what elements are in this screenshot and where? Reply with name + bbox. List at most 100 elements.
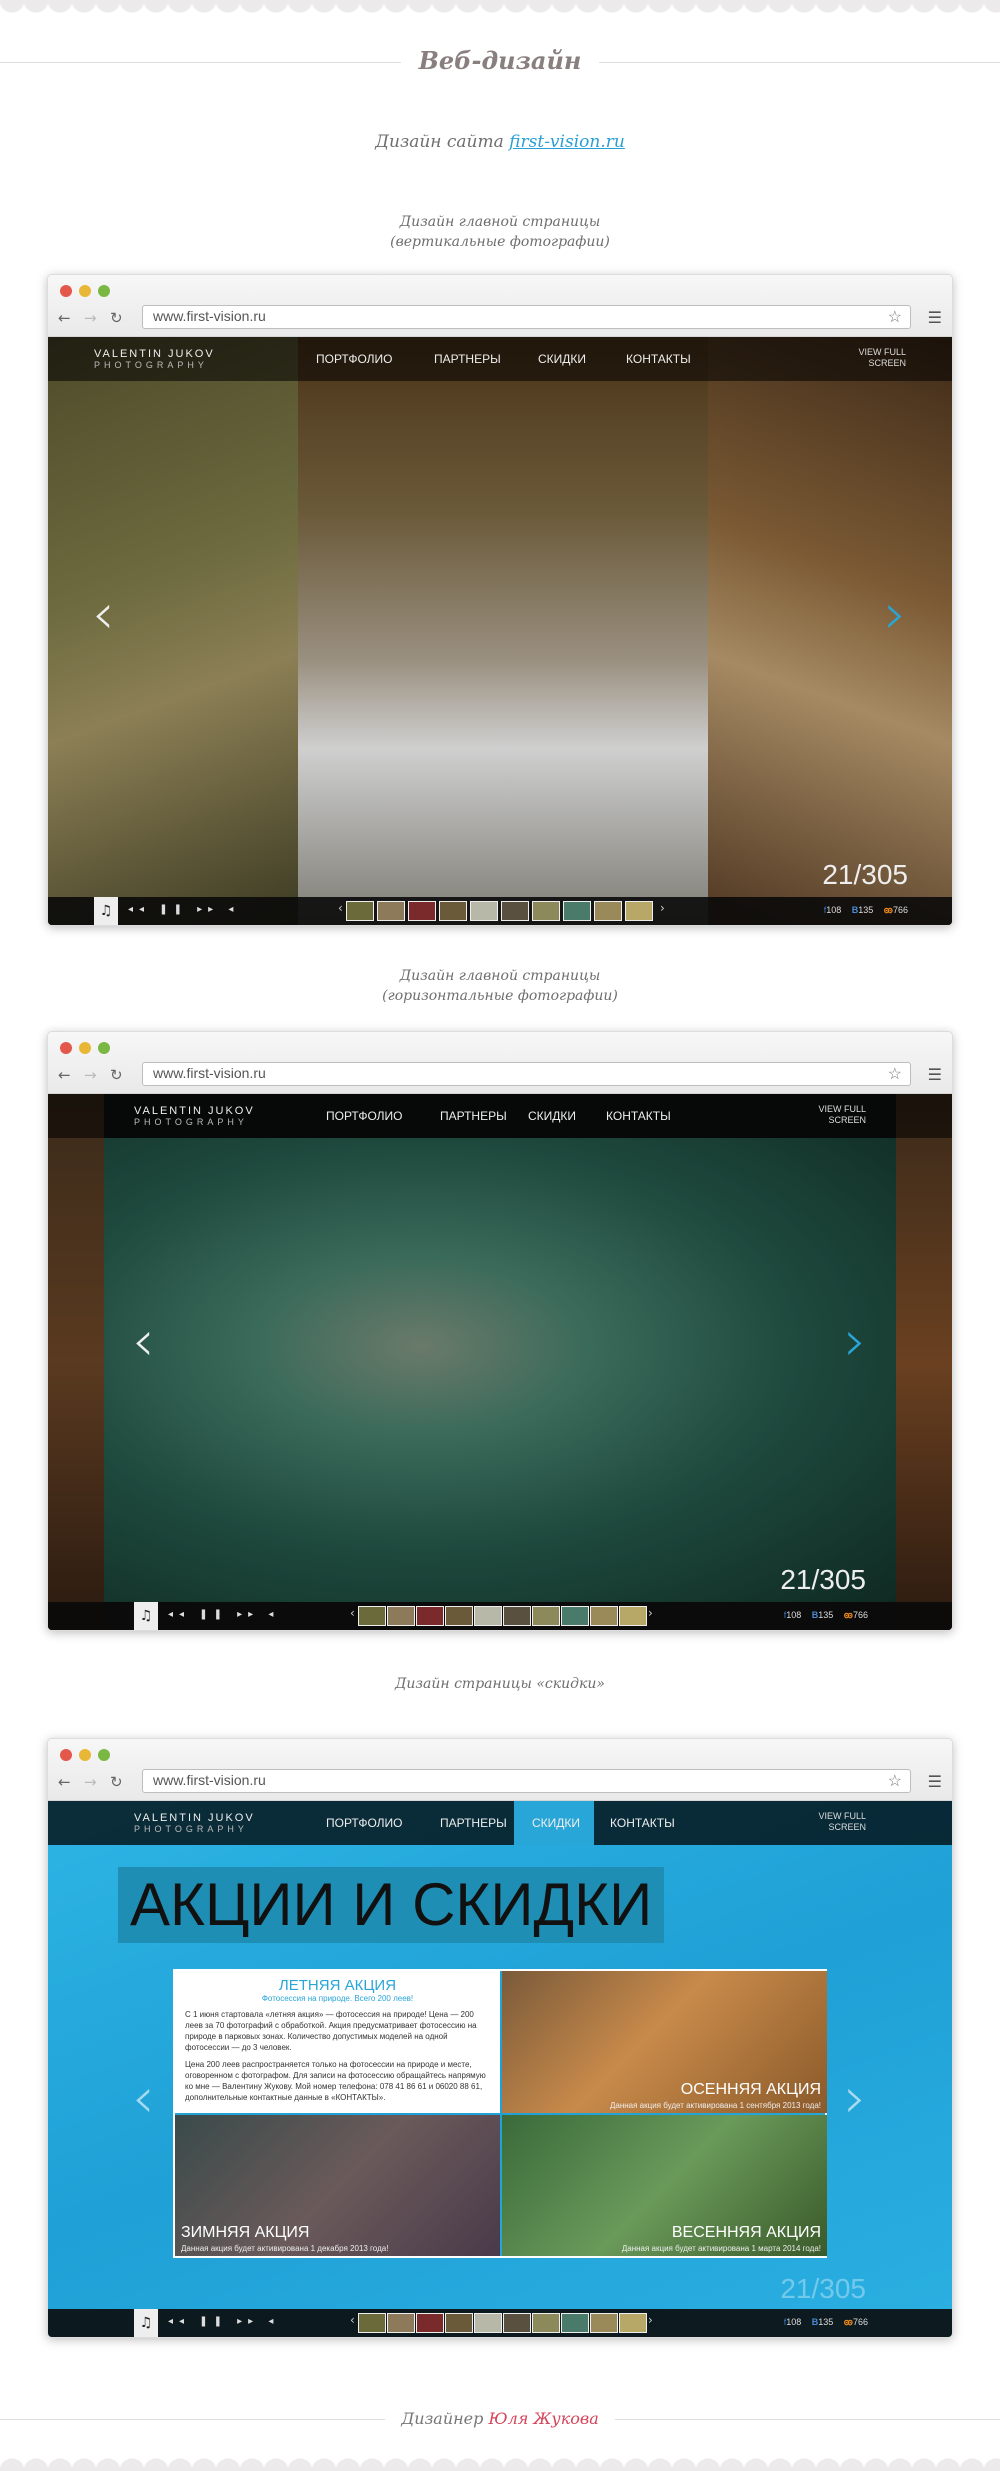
thumbnail[interactable]	[590, 1606, 618, 1626]
bookmark-star-icon[interactable]: ☆	[888, 1771, 902, 1791]
close-window-icon[interactable]	[60, 1749, 72, 1761]
thumbnail[interactable]	[358, 1606, 386, 1626]
minimize-window-icon[interactable]	[79, 1042, 91, 1054]
prev-arrow-icon[interactable]: ‹	[132, 2071, 154, 2127]
thumbnail[interactable]	[408, 901, 436, 921]
minimize-window-icon[interactable]	[79, 1749, 91, 1761]
back-arrow-icon[interactable]: ←	[58, 309, 71, 327]
thumbs-next-icon[interactable]: ›	[660, 901, 665, 915]
thumbs-next-icon[interactable]: ›	[648, 2313, 653, 2327]
thumbnail[interactable]	[625, 901, 653, 921]
forward-arrow-icon[interactable]: →	[84, 1066, 97, 1084]
maximize-window-icon[interactable]	[98, 285, 110, 297]
menu-portfolio[interactable]: ПОРТФОЛИО	[316, 352, 393, 366]
summer-promo-card[interactable]: ЛЕТНЯЯ АКЦИЯ Фотосессия на природе. Всег…	[175, 1971, 500, 2113]
view-fullscreen-button[interactable]: VIEW FULL SCREEN	[818, 1811, 866, 1833]
thumbs-next-icon[interactable]: ›	[648, 1606, 653, 1620]
maximize-window-icon[interactable]	[98, 1749, 110, 1761]
thumbnail[interactable]	[346, 901, 374, 921]
bookmark-star-icon[interactable]: ☆	[888, 1064, 902, 1084]
thumbnail[interactable]	[501, 901, 529, 921]
thumbnail[interactable]	[503, 2313, 531, 2333]
menu-discounts[interactable]: СКИДКИ	[538, 352, 586, 366]
browser-menu-icon[interactable]: ☰	[928, 1065, 942, 1084]
thumbnail[interactable]	[474, 1606, 502, 1626]
thumbnail[interactable]	[387, 2313, 415, 2333]
thumbnail[interactable]	[358, 2313, 386, 2333]
maximize-window-icon[interactable]	[98, 1042, 110, 1054]
thumbnail[interactable]	[416, 1606, 444, 1626]
browser-menu-icon[interactable]: ☰	[928, 308, 942, 327]
thumbnail[interactable]	[532, 901, 560, 921]
reload-icon[interactable]: ↻	[110, 1773, 123, 1791]
next-arrow-icon[interactable]: ›	[844, 1314, 866, 1370]
thumbnail[interactable]	[590, 2313, 618, 2333]
address-bar[interactable]: www.first-vision.ru ☆	[142, 305, 911, 329]
site-logo[interactable]: VALENTIN JUKOV PHOTOGRAPHY	[134, 1106, 255, 1128]
player-controls[interactable]: ◂◂ ❚❚ ▸▸ ◂	[168, 2316, 279, 2327]
reload-icon[interactable]: ↻	[110, 1066, 123, 1084]
menu-partners[interactable]: ПАРТНЕРЫ	[434, 352, 501, 366]
thumbnail[interactable]	[445, 2313, 473, 2333]
prev-arrow-icon[interactable]: ‹	[92, 587, 114, 643]
forward-arrow-icon[interactable]: →	[84, 309, 97, 327]
music-icon[interactable]: ♫	[94, 897, 118, 925]
view-fullscreen-button[interactable]: VIEW FULL SCREEN	[858, 347, 906, 369]
menu-partners[interactable]: ПАРТНЕРЫ	[440, 1109, 507, 1123]
thumbs-prev-icon[interactable]: ‹	[350, 1606, 355, 1620]
thumbnail[interactable]	[532, 1606, 560, 1626]
view-fullscreen-button[interactable]: VIEW FULL SCREEN	[818, 1104, 866, 1126]
menu-contacts[interactable]: КОНТАКТЫ	[606, 1109, 671, 1123]
thumbnail[interactable]	[416, 2313, 444, 2333]
site-link[interactable]: first-vision.ru	[509, 132, 625, 152]
thumbnail[interactable]	[619, 2313, 647, 2333]
site-logo[interactable]: VALENTIN JUKOV PHOTOGRAPHY	[94, 349, 215, 371]
thumbnail[interactable]	[619, 1606, 647, 1626]
site-logo[interactable]: VALENTIN JUKOV PHOTOGRAPHY	[134, 1813, 255, 1835]
thumbnail[interactable]	[377, 901, 405, 921]
menu-portfolio[interactable]: ПОРТФОЛИО	[326, 1816, 403, 1830]
thumbnail[interactable]	[594, 901, 622, 921]
thumbnail[interactable]	[532, 2313, 560, 2333]
close-window-icon[interactable]	[60, 1042, 72, 1054]
back-arrow-icon[interactable]: ←	[58, 1773, 71, 1791]
close-window-icon[interactable]	[60, 285, 72, 297]
thumbnail[interactable]	[561, 2313, 589, 2333]
menu-discounts[interactable]: СКИДКИ	[532, 1816, 580, 1830]
forward-arrow-icon[interactable]: →	[84, 1773, 97, 1791]
thumbnail[interactable]	[503, 1606, 531, 1626]
winter-promo-card[interactable]: ЗИМНЯЯ АКЦИЯ Данная акция будет активиро…	[175, 2115, 500, 2256]
thumbnail[interactable]	[439, 901, 467, 921]
prev-arrow-icon[interactable]: ‹	[132, 1314, 154, 1370]
menu-discounts[interactable]: СКИДКИ	[528, 1109, 576, 1123]
reload-icon[interactable]: ↻	[110, 309, 123, 327]
thumbs-prev-icon[interactable]: ‹	[338, 901, 343, 915]
browser-menu-icon[interactable]: ☰	[928, 1772, 942, 1791]
player-controls[interactable]: ◂◂ ❚❚ ▸▸ ◂	[128, 904, 239, 915]
ok-icon[interactable]: ꙭ	[884, 905, 893, 915]
thumbnail[interactable]	[474, 2313, 502, 2333]
thumbnail[interactable]	[470, 901, 498, 921]
ok-icon[interactable]: ꙭ	[844, 2317, 853, 2327]
menu-portfolio[interactable]: ПОРТФОЛИО	[326, 1109, 403, 1123]
thumbnail[interactable]	[561, 1606, 589, 1626]
thumbnail[interactable]	[445, 1606, 473, 1626]
next-arrow-icon[interactable]: ›	[884, 587, 906, 643]
menu-contacts[interactable]: КОНТАКТЫ	[626, 352, 691, 366]
address-bar[interactable]: www.first-vision.ru ☆	[142, 1062, 911, 1086]
minimize-window-icon[interactable]	[79, 285, 91, 297]
autumn-promo-card[interactable]: ОСЕННЯЯ АКЦИЯ Данная акция будет активир…	[502, 1971, 827, 2113]
address-bar[interactable]: www.first-vision.ru ☆	[142, 1769, 911, 1793]
player-controls[interactable]: ◂◂ ❚❚ ▸▸ ◂	[168, 1609, 279, 1620]
spring-promo-card[interactable]: ВЕСЕННЯЯ АКЦИЯ Данная акция будет активи…	[502, 2115, 827, 2256]
back-arrow-icon[interactable]: ←	[58, 1066, 71, 1084]
ok-icon[interactable]: ꙭ	[844, 1610, 853, 1620]
music-icon[interactable]: ♫	[134, 1602, 158, 1630]
thumbnail[interactable]	[387, 1606, 415, 1626]
menu-partners[interactable]: ПАРТНЕРЫ	[440, 1816, 507, 1830]
menu-contacts[interactable]: КОНТАКТЫ	[610, 1816, 675, 1830]
bookmark-star-icon[interactable]: ☆	[888, 307, 902, 327]
thumbs-prev-icon[interactable]: ‹	[350, 2313, 355, 2327]
next-arrow-icon[interactable]: ›	[844, 2071, 866, 2127]
music-icon[interactable]: ♫	[134, 2309, 158, 2337]
